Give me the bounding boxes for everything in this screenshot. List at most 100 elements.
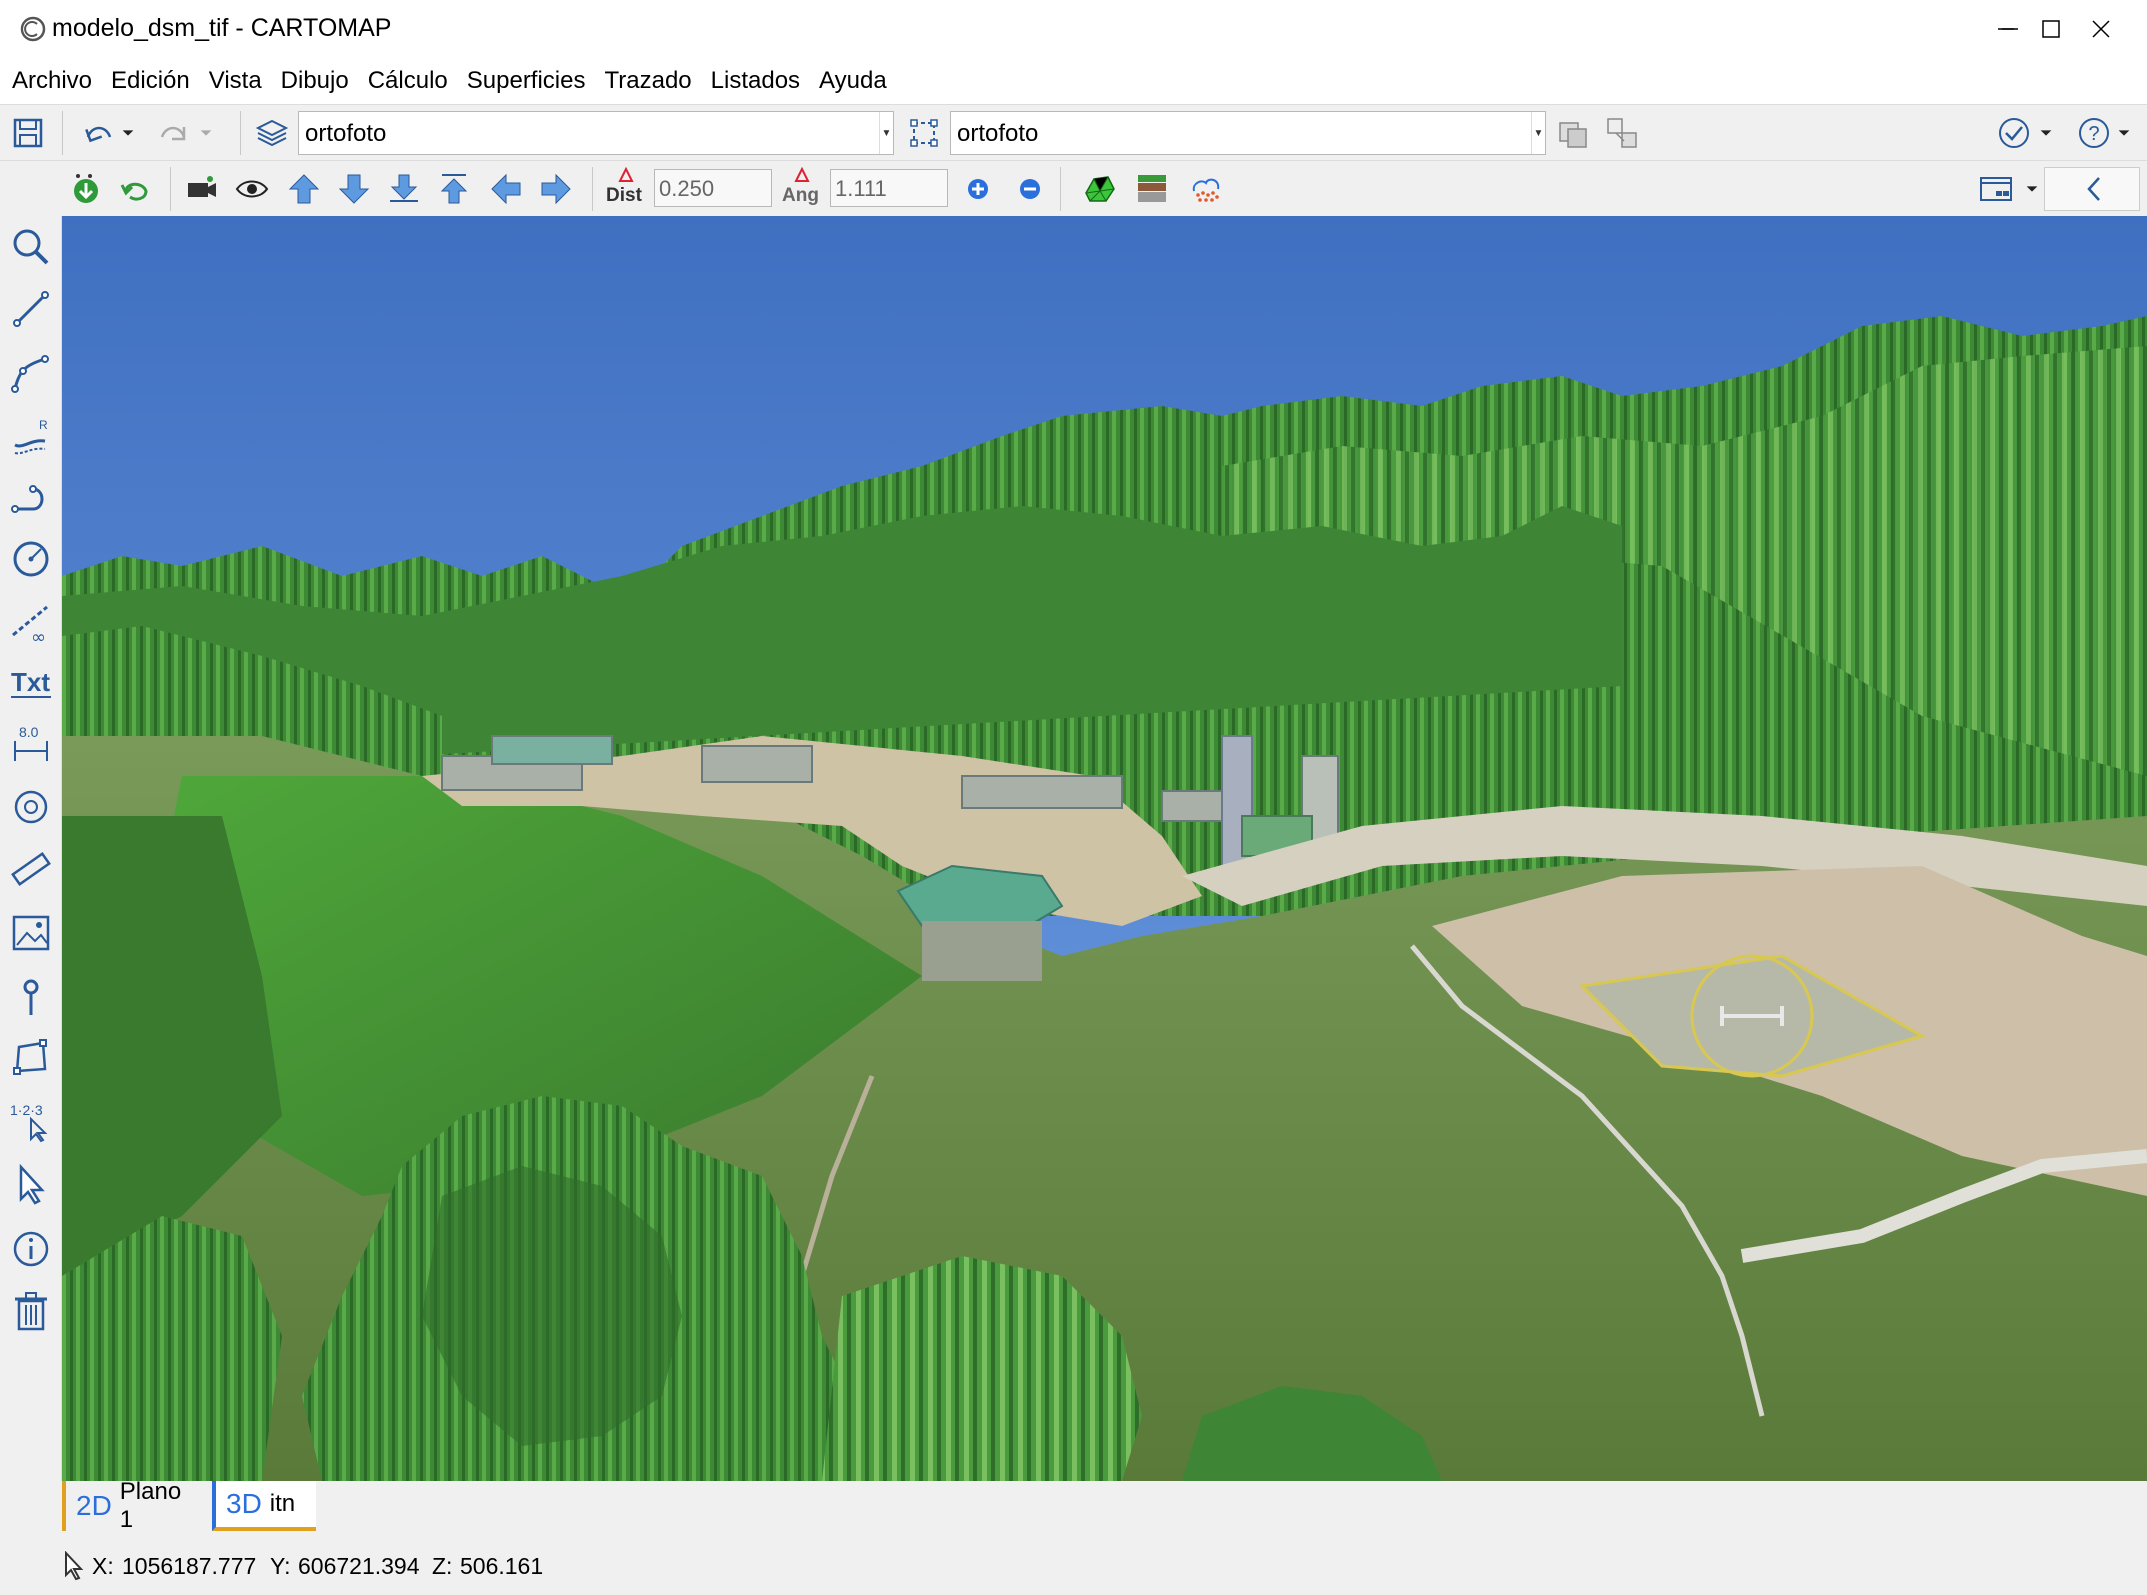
move-up-button[interactable]	[284, 169, 324, 209]
tab-label: Plano 1	[119, 1478, 182, 1533]
3d-viewport[interactable]	[62, 216, 2147, 1481]
tab-kind: 3D	[226, 1488, 262, 1519]
image-icon	[12, 915, 50, 951]
redo-button[interactable]	[154, 113, 194, 153]
download-view-icon	[74, 174, 98, 203]
close-btn[interactable]	[2055, 0, 2147, 58]
dist-field[interactable]: 0.250	[654, 169, 772, 207]
symbol-icon	[14, 790, 48, 824]
terrain-layers-icon	[1138, 175, 1166, 202]
menu-trazado[interactable]: Trazado	[603, 63, 694, 99]
menu-archivo[interactable]: Archivo	[10, 63, 94, 99]
chevron-down-icon	[200, 130, 212, 136]
layers-button[interactable]	[252, 113, 292, 153]
circle-icon	[13, 541, 49, 577]
camera-button[interactable]	[182, 169, 222, 209]
save-button[interactable]	[8, 113, 48, 153]
circle-tool[interactable]	[8, 534, 54, 584]
menu-dibujo[interactable]: Dibujo	[279, 63, 351, 99]
target-combo[interactable]: ortofoto ▼	[950, 111, 1546, 155]
trash-icon	[15, 1292, 47, 1331]
arrow-left-icon	[491, 173, 521, 205]
undo-dropdown[interactable]	[116, 113, 140, 153]
help-dropdown[interactable]	[2112, 113, 2136, 153]
redo-dropdown[interactable]	[194, 113, 218, 153]
layer-combo[interactable]: ortofoto ▼	[298, 111, 894, 155]
infinite-line-tool[interactable]: ∞	[8, 598, 54, 648]
menu-listados[interactable]: Listados	[709, 63, 802, 99]
svg-text:1·2·3: 1·2·3	[10, 1102, 43, 1118]
dimension-icon: 8.0	[14, 724, 48, 761]
text-tool[interactable]: Txt	[8, 658, 54, 708]
undo-button[interactable]	[78, 113, 118, 153]
arrow-up-top-icon	[440, 174, 468, 204]
point-tool[interactable]	[8, 972, 54, 1022]
image-tool[interactable]	[8, 908, 54, 958]
symbol-tool[interactable]	[8, 782, 54, 832]
reference-line-tool[interactable]: R	[8, 412, 54, 462]
arrow-down-ground-icon	[390, 174, 418, 202]
chevron-down-icon: ▼	[879, 112, 893, 154]
ascend-button[interactable]	[434, 169, 474, 209]
move-right-button[interactable]	[536, 169, 576, 209]
menu-edicion[interactable]: Edición	[109, 63, 192, 99]
terrain-layers-button[interactable]	[1132, 169, 1172, 209]
surface-button[interactable]	[1080, 169, 1120, 209]
infinite-line-icon: ∞	[12, 605, 48, 645]
zoom-out-button[interactable]	[1010, 169, 1050, 209]
ang-field[interactable]: 1.111	[830, 169, 948, 207]
view-layout-button[interactable]	[1972, 169, 2020, 209]
line-tool[interactable]	[8, 284, 54, 334]
curve-tool[interactable]	[8, 472, 54, 522]
polygon-tool[interactable]	[8, 1034, 54, 1084]
view-layout-dropdown[interactable]	[2020, 169, 2044, 209]
svg-text:?: ?	[2088, 123, 2099, 145]
measure-tool[interactable]	[8, 844, 54, 894]
move-left-button[interactable]	[486, 169, 526, 209]
tin-surface-icon	[1085, 176, 1115, 202]
numbering-tool[interactable]: 1·2·3	[8, 1096, 54, 1146]
visibility-button[interactable]	[232, 169, 272, 209]
ruler-icon	[11, 852, 51, 886]
target-layer-button[interactable]	[904, 113, 944, 153]
help-icon: ?	[2079, 118, 2109, 148]
validate-button[interactable]	[1994, 113, 2034, 153]
select-tool[interactable]	[8, 1160, 54, 1210]
cursor-arrow-icon	[65, 1551, 84, 1581]
chevron-down-icon	[2040, 130, 2052, 136]
point-cloud-button[interactable]	[1186, 169, 1226, 209]
help-button[interactable]: ?	[2074, 113, 2114, 153]
menu-ayuda[interactable]: Ayuda	[817, 63, 889, 99]
delete-tool[interactable]	[8, 1286, 54, 1336]
move-layer-button[interactable]	[1602, 113, 1642, 153]
polyline-icon	[11, 355, 49, 393]
dimension-tool[interactable]: 8.0	[8, 720, 54, 770]
tab-2d-plano[interactable]: 2D Plano 1	[62, 1478, 204, 1533]
undo-view-icon	[120, 182, 148, 201]
validate-dropdown[interactable]	[2034, 113, 2058, 153]
collapse-panel-button[interactable]	[2044, 167, 2140, 211]
zoom-tool[interactable]	[8, 222, 54, 272]
arrow-up-icon	[288, 174, 320, 204]
svg-text:8.0: 8.0	[19, 724, 39, 740]
save-icon	[13, 118, 43, 148]
move-down-button[interactable]	[334, 169, 374, 209]
undo-icon	[85, 126, 112, 143]
menu-calculo[interactable]: Cálculo	[366, 63, 450, 99]
descend-button[interactable]	[384, 169, 424, 209]
copy-layer-button[interactable]	[1554, 113, 1594, 153]
load-view-button[interactable]	[66, 169, 106, 209]
polyline-tool[interactable]	[8, 348, 54, 398]
menu-superficies[interactable]: Superficies	[465, 63, 588, 99]
reset-view-button[interactable]	[116, 169, 156, 209]
coord-x-value: 1056187.777	[122, 1553, 257, 1579]
copy-icon	[1559, 122, 1587, 148]
svg-text:Txt: Txt	[11, 667, 50, 697]
zoom-in-button[interactable]	[958, 169, 998, 209]
info-tool[interactable]	[8, 1224, 54, 1274]
svg-text:∞: ∞	[31, 627, 46, 645]
coord-z-value: 506.161	[460, 1553, 544, 1579]
tab-3d-itn[interactable]: 3D itn	[212, 1481, 316, 1531]
line-icon	[13, 291, 49, 327]
menu-vista[interactable]: Vista	[207, 63, 264, 99]
